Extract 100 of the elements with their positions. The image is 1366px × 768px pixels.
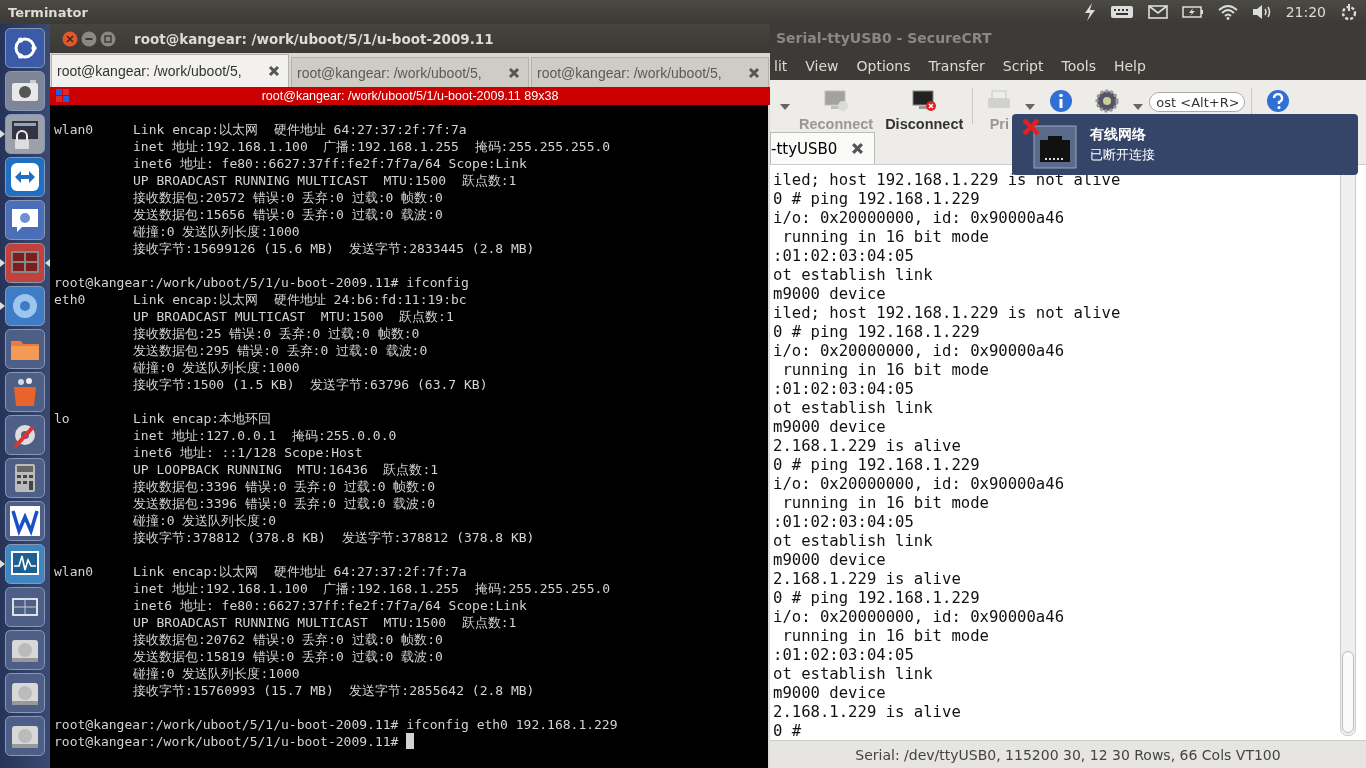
terminal-line: Link encap:以太网 硬件地址 64:27:37:2f:7f:7a (133, 563, 467, 580)
terminal-line: running in 16 bit mode (781, 627, 990, 646)
terminal-tab[interactable]: root@kangear: /work/uboot/5, (291, 57, 529, 87)
terminal-line: 接收数据包:25 错误:0 丢弃:0 过载:0 帧数:0 (133, 325, 420, 342)
terminal-line: running in 16 bit mode (781, 361, 990, 380)
arrows-icon[interactable] (5, 157, 45, 197)
close-icon[interactable] (508, 66, 520, 79)
terminal-line: 2.168.1.229 is alive (773, 437, 962, 456)
terminal-line: running in 16 bit mode (781, 228, 990, 247)
close-icon[interactable] (748, 66, 760, 79)
terminal-line: UP LOOPBACK RUNNING MTU:16436 跃点数:1 (133, 461, 439, 478)
close-icon[interactable] (268, 65, 280, 77)
chat-bubble-icon[interactable] (5, 200, 45, 240)
menu-item[interactable]: Tools (1061, 58, 1096, 74)
interface-name: wlan0 (54, 121, 95, 138)
terminal-line: 接收数据包:20762 错误:0 丢弃:0 过载:0 帧数:0 (133, 631, 443, 648)
terminal-line: i/o: 0x20000000, id: 0x90000a46 (773, 342, 1066, 361)
monitor-x-icon (910, 88, 939, 114)
terminal-line: inet 地址:192.168.1.100 广播:192.168.1.255 掩码:255.255.255.0 (133, 138, 611, 155)
padlock-icon[interactable] (5, 114, 45, 154)
terminal-line: root@kangear:/work/uboot/5/1/u-boot-2009.11# (54, 733, 399, 750)
close-icon[interactable] (62, 30, 78, 47)
terminal-line: 接收数据包:20572 错误:0 丢弃:0 过载:0 帧数:0 (133, 189, 443, 206)
terminal-line: inet6 地址: ::1/128 Scope:Host (133, 444, 363, 461)
terminal-line: i/o: 0x20000000, id: 0x90000a46 (773, 209, 1066, 228)
terminal-line: 碰撞:0 发送队列长度:0 (133, 512, 277, 529)
terminal-line: 接收字节:15699126 (15.6 MB) 发送字节:2833445 (2.8 MB) (133, 240, 535, 257)
terminal-line: :01:02:03:04:05 (773, 646, 915, 665)
terminal-line: UP BROADCAST RUNNING MULTICAST MTU:1500 跃点数:1 (133, 172, 517, 189)
terminal-icon[interactable] (5, 243, 45, 283)
disk-drive-icon[interactable] (5, 673, 45, 713)
monitor-clock-icon (822, 88, 851, 114)
zigzag-icon[interactable] (5, 501, 45, 541)
terminal-line: 接收数据包:3396 错误:0 丢弃:0 过载:0 帧数:0 (133, 478, 436, 495)
shopping-bag-icon[interactable] (5, 372, 45, 412)
menu-item[interactable]: Help (1113, 58, 1146, 74)
session-tab[interactable]: -ttyUSB0 (770, 132, 876, 164)
dropdown-arrow-icon[interactable] (1025, 104, 1036, 110)
dropdown-arrow-icon[interactable] (1133, 104, 1144, 110)
camera-icon[interactable] (5, 71, 45, 111)
terminal-line: m9000 device (773, 418, 887, 437)
pulse-chart-icon[interactable] (5, 544, 45, 584)
terminal-line: inet 地址:127.0.0.1 掩码:255.0.0.0 (133, 427, 397, 444)
command-field[interactable]: ost <Alt+R> (1149, 92, 1246, 112)
keyboard-icon[interactable] (1109, 5, 1134, 19)
terminal-line: 发送数据包:3396 错误:0 丢弃:0 过载:0 载波:0 (133, 495, 436, 512)
disk-drive-icon[interactable] (5, 630, 45, 670)
terminal-line: m9000 device (773, 684, 887, 703)
terminal-line: 碰撞:0 发送队列长度:1000 (133, 223, 300, 240)
wifi-icon[interactable] (1217, 4, 1238, 20)
terminal-line: ot establish link (773, 532, 934, 551)
terminal-line: 接收字节:15760993 (15.7 MB) 发送字节:2855642 (2.8 MB) (133, 682, 535, 699)
terminal-line: root@kangear:/work/uboot/5/1/u-boot-2009.11# ifconfig (54, 274, 469, 291)
menu-item[interactable]: Transfer (928, 58, 985, 74)
notification-message: 已断开连接 (1090, 145, 1155, 164)
menu-item[interactable]: lit (774, 58, 788, 74)
battery-icon[interactable] (1181, 5, 1204, 19)
menu-item[interactable]: View (805, 58, 839, 74)
ethernet-disconnected-icon (1020, 117, 1080, 172)
disk-drive-icon[interactable] (5, 716, 45, 756)
terminal-line: ot establish link (773, 399, 934, 418)
menu-item[interactable]: Script (1002, 58, 1044, 74)
status-text: Serial: /dev/ttyUSB0, 115200 30, 12 30 Rows, 66 Cols VT100 (855, 746, 1281, 763)
terminal-line: 2.168.1.229 is alive (773, 570, 962, 589)
terminal-line: m9000 device (773, 551, 887, 570)
maximize-icon[interactable] (100, 30, 116, 47)
window-title: root@kangear: /work/uboot/5/1/u-boot-2009.11 (134, 30, 494, 47)
terminal-tab[interactable]: root@kangear: /work/uboot/5, (531, 57, 769, 87)
interface-name: wlan0 (54, 563, 95, 580)
terminal-line: 0 # ping 192.168.1.229 (773, 589, 981, 608)
interface-name: eth0 (54, 291, 87, 308)
terminal-line: 发送数据包:15819 错误:0 丢弃:0 过载:0 载波:0 (133, 648, 443, 665)
power-icon[interactable] (1340, 3, 1358, 21)
interface-name: lo (54, 410, 71, 427)
terminal-line: inet6 地址: fe80::6627:37ff:fe2f:7f7a/64 Scope:Link (133, 155, 527, 172)
close-icon[interactable] (851, 142, 865, 155)
window-title: Serial-ttyUSB0 - SecureCRT (776, 30, 992, 46)
window-grid-icon[interactable] (5, 587, 45, 627)
terminal-tab[interactable]: root@kangear: /work/uboot/5, (51, 54, 289, 87)
terminal-line: 0 # (773, 722, 803, 740)
terminal-line: 碰撞:0 发送队列长度:1000 (133, 665, 300, 682)
toolbar-button[interactable]: Disconnect (882, 86, 967, 132)
folder-icon[interactable] (5, 329, 45, 369)
terminal-line: :01:02:03:04:05 (773, 513, 915, 532)
dropdown-arrow-icon[interactable] (780, 104, 790, 110)
calculator-icon[interactable] (5, 458, 45, 498)
terminal-line: iled; host 192.168.1.229 is not alive (773, 304, 1122, 323)
lightning-icon[interactable] (1083, 3, 1096, 21)
volume-icon[interactable] (1251, 4, 1272, 20)
minimize-icon[interactable] (81, 30, 97, 47)
terminal-header: root@kangear: /work/uboot/5/1/u-boot-2009.11 89x38 (261, 89, 559, 103)
circle-logo-icon[interactable] (5, 28, 45, 68)
envelope-icon[interactable] (1147, 5, 1168, 19)
clock[interactable]: 21:20 (1285, 4, 1326, 20)
terminal-line: :01:02:03:04:05 (773, 380, 915, 399)
terminal-line: root@kangear:/work/uboot/5/1/u-boot-2009.11# ifconfig eth0 192.168.1.229 (54, 716, 618, 733)
terminal-line: UP BROADCAST MULTICAST MTU:1500 跃点数:1 (133, 308, 454, 325)
menu-item[interactable]: Options (856, 58, 911, 74)
terminal-line: Link encap:本地环回 (133, 410, 272, 427)
terminal-line: 发送数据包:295 错误:0 丢弃:0 过载:0 载波:0 (133, 342, 428, 359)
